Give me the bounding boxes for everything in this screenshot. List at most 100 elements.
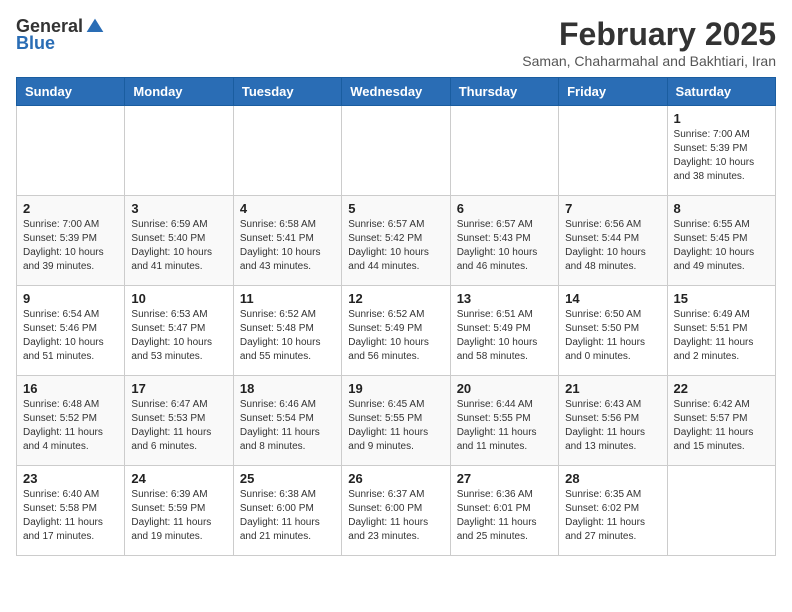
calendar-cell: 28 Sunrise: 6:35 AM Sunset: 6:02 PM Dayli… [559, 466, 667, 556]
calendar-cell [17, 106, 125, 196]
day-info: Sunrise: 6:49 AM Sunset: 5:51 PM Dayligh… [674, 308, 769, 364]
day-info: Sunrise: 6:51 AM Sunset: 5:49 PM Dayligh… [457, 308, 552, 364]
day-info: Sunrise: 6:46 AM Sunset: 5:54 PM Dayligh… [240, 398, 335, 454]
day-number: 8 [674, 201, 769, 216]
calendar-cell: 25Sunrise: 6:38 AM Sunset: 6:00 PM Dayli… [233, 466, 341, 556]
logo-icon [85, 17, 105, 37]
day-number: 12 [348, 291, 443, 306]
calendar-cell: 2 Sunrise: 7:00 AM Sunset: 5:39 PM Daylig… [17, 196, 125, 286]
day-info: Sunrise: 6:35 AM Sunset: 6:02 PM Dayligh… [565, 488, 660, 544]
calendar-cell: 7Sunrise: 6:56 AM Sunset: 5:44 PM Daylig… [559, 196, 667, 286]
day-number: 13 [457, 291, 552, 306]
day-number: 20 [457, 381, 552, 396]
calendar-cell: 8 Sunrise: 6:55 AM Sunset: 5:45 PM Daylig… [667, 196, 775, 286]
day-number: 23 [23, 471, 118, 486]
logo-blue-text: Blue [16, 33, 55, 54]
day-info: Sunrise: 6:52 AM Sunset: 5:49 PM Dayligh… [348, 308, 443, 364]
day-info: Sunrise: 6:38 AM Sunset: 6:00 PM Dayligh… [240, 488, 335, 544]
day-info: Sunrise: 6:40 AM Sunset: 5:58 PM Dayligh… [23, 488, 118, 544]
day-info: Sunrise: 6:52 AM Sunset: 5:48 PM Dayligh… [240, 308, 335, 364]
day-number: 15 [674, 291, 769, 306]
weekday-header-saturday: Saturday [667, 78, 775, 106]
calendar-cell: 24Sunrise: 6:39 AM Sunset: 5:59 PM Dayli… [125, 466, 233, 556]
day-number: 22 [674, 381, 769, 396]
calendar-cell: 22 Sunrise: 6:42 AM Sunset: 5:57 PM Dayli… [667, 376, 775, 466]
logo: General Blue [16, 16, 105, 54]
calendar-week-2: 2 Sunrise: 7:00 AM Sunset: 5:39 PM Daylig… [17, 196, 776, 286]
calendar-cell: 5 Sunrise: 6:57 AM Sunset: 5:42 PM Daylig… [342, 196, 450, 286]
calendar-cell: 17 Sunrise: 6:47 AM Sunset: 5:53 PM Dayli… [125, 376, 233, 466]
calendar-cell: 20 Sunrise: 6:44 AM Sunset: 5:55 PM Dayli… [450, 376, 558, 466]
calendar-table: SundayMondayTuesdayWednesdayThursdayFrid… [16, 77, 776, 556]
day-number: 14 [565, 291, 660, 306]
day-number: 11 [240, 291, 335, 306]
calendar-cell: 12 Sunrise: 6:52 AM Sunset: 5:49 PM Dayli… [342, 286, 450, 376]
calendar-cell: 9 Sunrise: 6:54 AM Sunset: 5:46 PM Daylig… [17, 286, 125, 376]
title-section: February 2025 Saman, Chaharmahal and Bak… [522, 16, 776, 69]
calendar-cell: 18 Sunrise: 6:46 AM Sunset: 5:54 PM Dayli… [233, 376, 341, 466]
day-info: Sunrise: 6:59 AM Sunset: 5:40 PM Dayligh… [131, 218, 226, 274]
calendar-cell: 16Sunrise: 6:48 AM Sunset: 5:52 PM Dayli… [17, 376, 125, 466]
day-info: Sunrise: 6:54 AM Sunset: 5:46 PM Dayligh… [23, 308, 118, 364]
day-number: 18 [240, 381, 335, 396]
calendar-cell: 23 Sunrise: 6:40 AM Sunset: 5:58 PM Dayli… [17, 466, 125, 556]
day-info: Sunrise: 6:39 AM Sunset: 5:59 PM Dayligh… [131, 488, 226, 544]
day-number: 21 [565, 381, 660, 396]
calendar-cell: 4 Sunrise: 6:58 AM Sunset: 5:41 PM Daylig… [233, 196, 341, 286]
weekday-header-friday: Friday [559, 78, 667, 106]
day-info: Sunrise: 6:44 AM Sunset: 5:55 PM Dayligh… [457, 398, 552, 454]
calendar-cell [667, 466, 775, 556]
day-number: 5 [348, 201, 443, 216]
day-number: 1 [674, 111, 769, 126]
calendar-cell: 15 Sunrise: 6:49 AM Sunset: 5:51 PM Dayli… [667, 286, 775, 376]
day-number: 3 [131, 201, 226, 216]
weekday-header-monday: Monday [125, 78, 233, 106]
calendar-cell: 3 Sunrise: 6:59 AM Sunset: 5:40 PM Daylig… [125, 196, 233, 286]
day-info: Sunrise: 6:45 AM Sunset: 5:55 PM Dayligh… [348, 398, 443, 454]
calendar-week-4: 16Sunrise: 6:48 AM Sunset: 5:52 PM Dayli… [17, 376, 776, 466]
day-number: 26 [348, 471, 443, 486]
calendar-cell: 10 Sunrise: 6:53 AM Sunset: 5:47 PM Dayli… [125, 286, 233, 376]
day-number: 2 [23, 201, 118, 216]
calendar-week-5: 23 Sunrise: 6:40 AM Sunset: 5:58 PM Dayli… [17, 466, 776, 556]
day-number: 4 [240, 201, 335, 216]
weekday-header-thursday: Thursday [450, 78, 558, 106]
calendar-cell: 14 Sunrise: 6:50 AM Sunset: 5:50 PM Dayli… [559, 286, 667, 376]
day-info: Sunrise: 6:43 AM Sunset: 5:56 PM Dayligh… [565, 398, 660, 454]
weekday-header-row: SundayMondayTuesdayWednesdayThursdayFrid… [17, 78, 776, 106]
day-info: Sunrise: 6:47 AM Sunset: 5:53 PM Dayligh… [131, 398, 226, 454]
calendar-week-3: 9 Sunrise: 6:54 AM Sunset: 5:46 PM Daylig… [17, 286, 776, 376]
calendar-cell [125, 106, 233, 196]
day-info: Sunrise: 6:57 AM Sunset: 5:43 PM Dayligh… [457, 218, 552, 274]
calendar-cell: 11 Sunrise: 6:52 AM Sunset: 5:48 PM Dayli… [233, 286, 341, 376]
day-info: Sunrise: 6:42 AM Sunset: 5:57 PM Dayligh… [674, 398, 769, 454]
calendar-cell [342, 106, 450, 196]
day-number: 28 [565, 471, 660, 486]
location-subtitle: Saman, Chaharmahal and Bakhtiari, Iran [522, 53, 776, 69]
calendar-cell: 26 Sunrise: 6:37 AM Sunset: 6:00 PM Dayli… [342, 466, 450, 556]
day-info: Sunrise: 7:00 AM Sunset: 5:39 PM Dayligh… [674, 128, 769, 184]
day-info: Sunrise: 6:56 AM Sunset: 5:44 PM Dayligh… [565, 218, 660, 274]
day-number: 16 [23, 381, 118, 396]
weekday-header-wednesday: Wednesday [342, 78, 450, 106]
calendar-cell [233, 106, 341, 196]
calendar-cell [450, 106, 558, 196]
day-info: Sunrise: 6:50 AM Sunset: 5:50 PM Dayligh… [565, 308, 660, 364]
weekday-header-tuesday: Tuesday [233, 78, 341, 106]
calendar-cell: 6Sunrise: 6:57 AM Sunset: 5:43 PM Daylig… [450, 196, 558, 286]
weekday-header-sunday: Sunday [17, 78, 125, 106]
day-number: 10 [131, 291, 226, 306]
page-header: General Blue February 2025 Saman, Chahar… [16, 16, 776, 69]
day-info: Sunrise: 6:53 AM Sunset: 5:47 PM Dayligh… [131, 308, 226, 364]
day-info: Sunrise: 7:00 AM Sunset: 5:39 PM Dayligh… [23, 218, 118, 274]
day-info: Sunrise: 6:57 AM Sunset: 5:42 PM Dayligh… [348, 218, 443, 274]
day-number: 27 [457, 471, 552, 486]
month-title: February 2025 [522, 16, 776, 53]
day-number: 9 [23, 291, 118, 306]
day-number: 17 [131, 381, 226, 396]
day-info: Sunrise: 6:37 AM Sunset: 6:00 PM Dayligh… [348, 488, 443, 544]
day-number: 19 [348, 381, 443, 396]
calendar-week-1: 1 Sunrise: 7:00 AM Sunset: 5:39 PM Daylig… [17, 106, 776, 196]
day-info: Sunrise: 6:55 AM Sunset: 5:45 PM Dayligh… [674, 218, 769, 274]
day-info: Sunrise: 6:58 AM Sunset: 5:41 PM Dayligh… [240, 218, 335, 274]
